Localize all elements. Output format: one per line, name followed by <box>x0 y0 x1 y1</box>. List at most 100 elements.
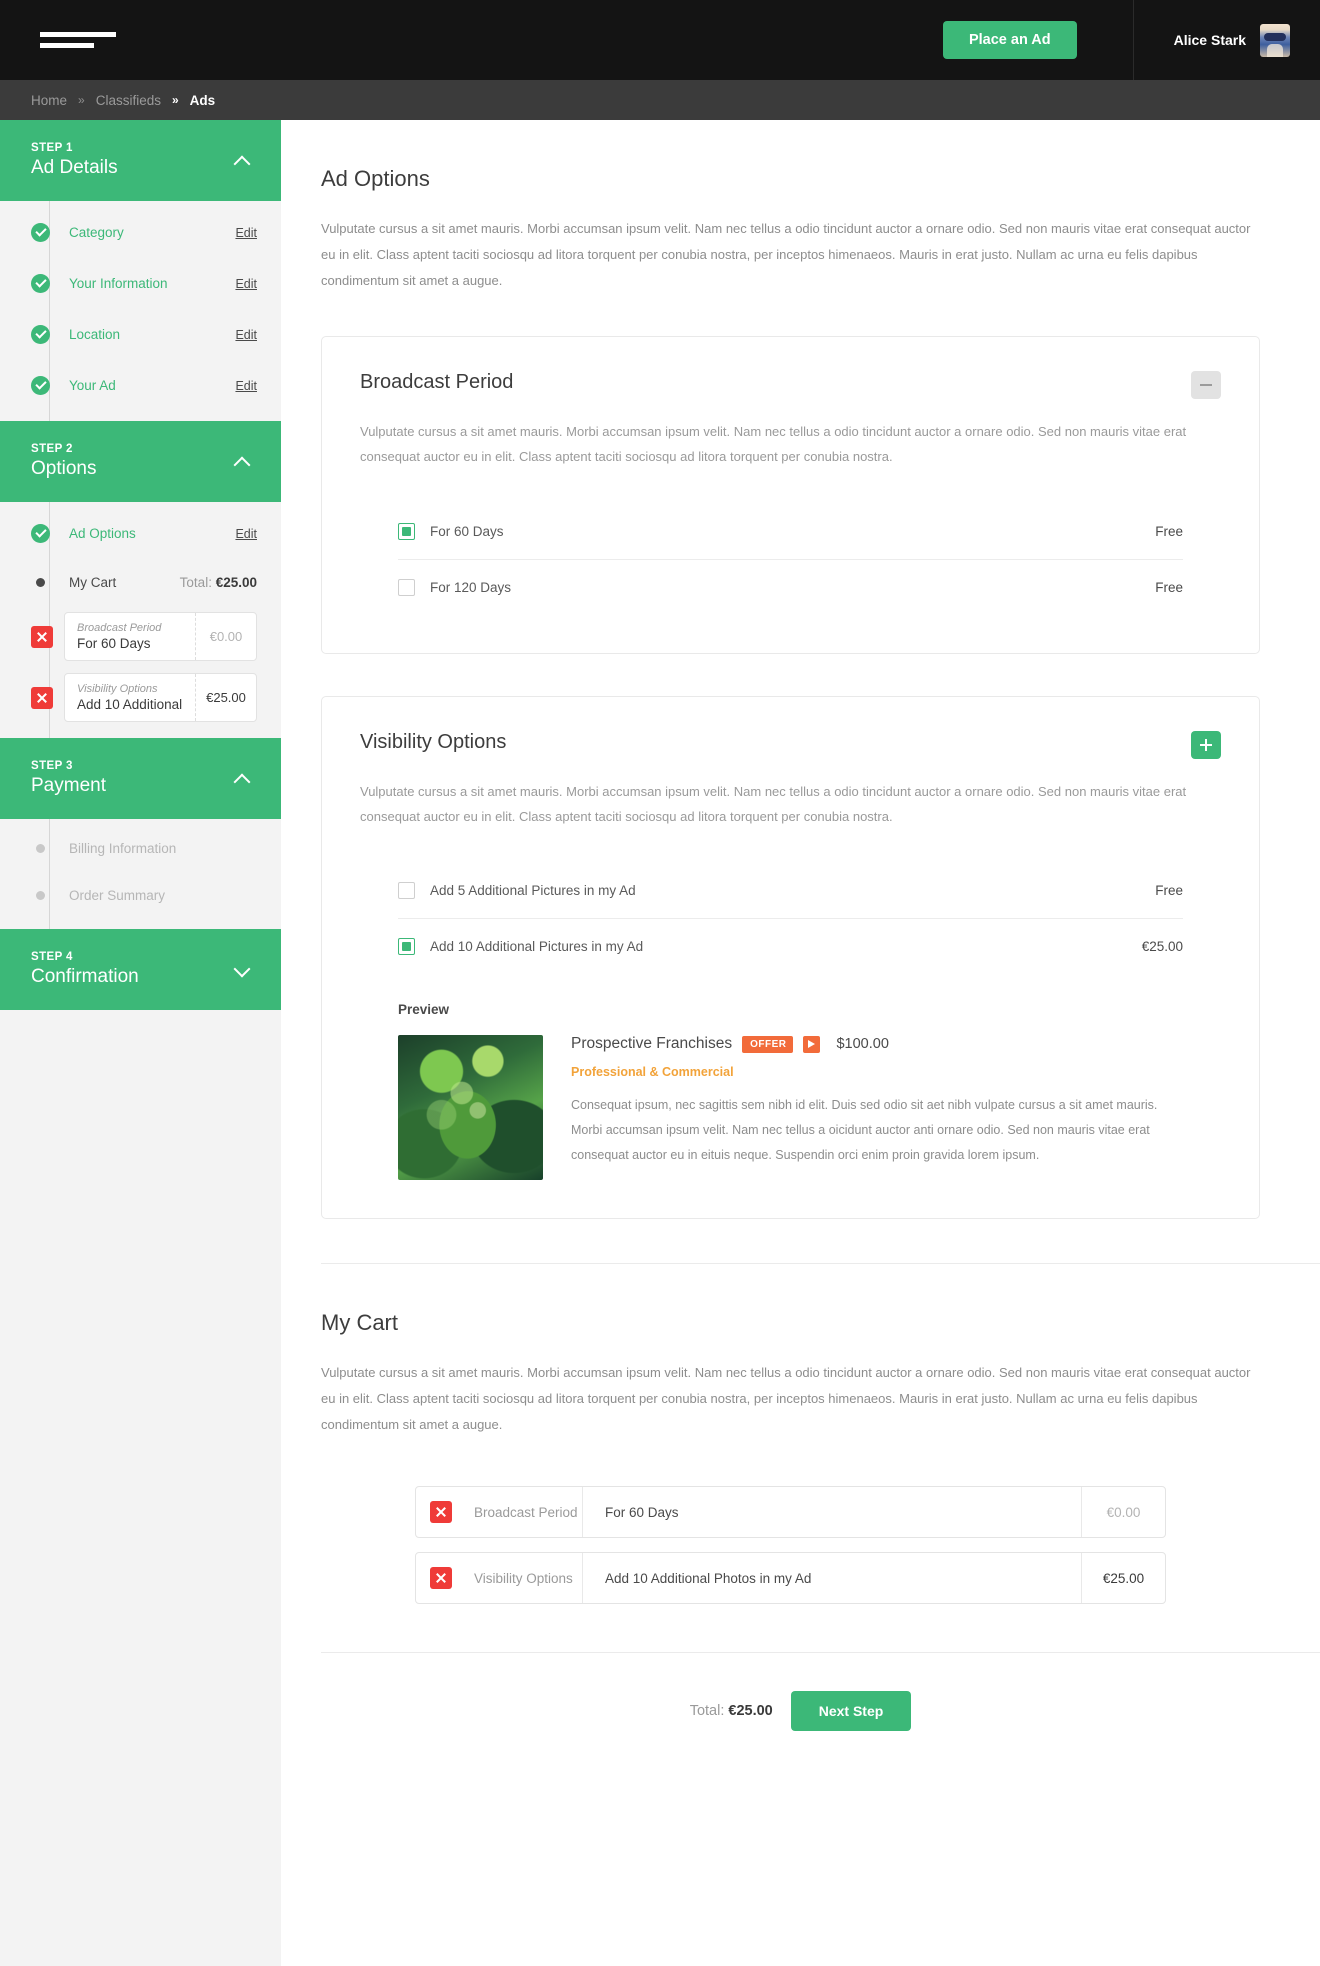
header-right-group: Place an Ad Alice Stark <box>942 0 1320 80</box>
sidebar-item-billing-information[interactable]: Billing Information <box>0 825 281 872</box>
preview-ad-description: Consequat ipsum, nec sagittis sem nibh i… <box>571 1098 1158 1163</box>
visibility-options-description: Vulputate cursus a sit amet mauris. Morb… <box>360 783 1187 825</box>
sidebar-cart-item-price: €0.00 <box>209 629 243 644</box>
breadcrumb-separator-icon: » <box>78 93 85 107</box>
sidebar-cart-total-value: €25.00 <box>215 575 257 590</box>
edit-link[interactable]: Edit <box>235 328 257 342</box>
remove-icon[interactable] <box>430 1501 452 1524</box>
sidebar-item-label: Billing Information <box>69 841 177 856</box>
user-name-label: Alice Stark <box>1173 32 1246 48</box>
sidebar-item-label: Your Information <box>69 276 168 291</box>
main-content: Ad Options Vulputate cursus a sit amet m… <box>281 120 1320 1966</box>
sidebar-step-4-header[interactable]: STEP 4 Confirmation <box>0 929 281 1010</box>
sidebar-item-location[interactable]: Location Edit <box>0 309 281 360</box>
edit-link[interactable]: Edit <box>235 226 257 240</box>
avatar[interactable] <box>1260 23 1290 57</box>
breadcrumb-home[interactable]: Home <box>31 93 67 108</box>
my-cart-section: My Cart Vulputate cursus a sit amet maur… <box>281 1264 1320 1605</box>
step-2-title: Options <box>31 458 97 479</box>
option-label: Add 5 Additional Pictures in my Ad <box>430 883 636 899</box>
option-row[interactable]: Add 5 Additional Pictures in my Ad Free <box>398 863 1183 918</box>
my-cart-title: My Cart <box>321 1310 398 1336</box>
cart-row-price: €0.00 <box>1081 1487 1165 1538</box>
sidebar-step-2-header[interactable]: STEP 2 Options <box>0 421 281 502</box>
sidebar-cart-item: Visibility Options Add 10 Additional P .… <box>0 667 281 728</box>
option-price: Free <box>1155 883 1183 899</box>
remove-icon[interactable] <box>31 625 53 648</box>
visibility-options-list: Add 5 Additional Pictures in my Ad Free … <box>360 863 1221 974</box>
step-1-title: Ad Details <box>31 157 118 178</box>
sidebar-cart-item-value: Add 10 Additional P .. <box>77 697 183 712</box>
cart-row-kind-cell: Broadcast Period <box>416 1487 583 1538</box>
edit-link[interactable]: Edit <box>235 527 257 541</box>
preview-label: Preview <box>398 1002 450 1018</box>
check-circle-icon <box>31 524 50 543</box>
place-an-ad-button[interactable]: Place an Ad <box>942 21 1077 59</box>
option-price: Free <box>1155 523 1183 539</box>
pending-step-dot-icon <box>36 891 45 900</box>
site-logo[interactable] <box>40 32 116 48</box>
check-circle-icon <box>31 223 50 242</box>
option-row[interactable]: Add 10 Additional Pictures in my Ad €25.… <box>398 918 1183 974</box>
visibility-options-header: Visibility Options <box>360 730 1221 759</box>
step-2-substeps: Ad Options Edit My Cart Total: €25.00 Br… <box>0 502 281 738</box>
check-circle-icon <box>31 376 50 395</box>
preview-thumbnail-image <box>398 1035 543 1181</box>
sidebar-item-your-information[interactable]: Your Information Edit <box>0 258 281 309</box>
step-3-title: Payment <box>31 775 106 796</box>
breadcrumb-classifieds[interactable]: Classifieds <box>96 93 161 108</box>
sidebar-item-your-ad[interactable]: Your Ad Edit <box>0 360 281 411</box>
sidebar-item-order-summary[interactable]: Order Summary <box>0 872 281 919</box>
checkbox-unchecked-icon[interactable] <box>398 882 415 900</box>
expand-plus-icon[interactable] <box>1191 730 1221 759</box>
checkbox-unchecked-icon[interactable] <box>398 578 415 596</box>
remove-icon[interactable] <box>430 1567 452 1590</box>
cart-row-price: €25.00 <box>1081 1553 1165 1604</box>
remove-icon[interactable] <box>31 686 53 709</box>
edit-link[interactable]: Edit <box>235 379 257 393</box>
next-step-button[interactable]: Next Step <box>790 1691 912 1732</box>
sidebar-cart-total-prefix: Total: <box>179 575 216 590</box>
checkbox-checked-icon[interactable] <box>398 938 415 956</box>
broadcast-period-description: Vulputate cursus a sit amet mauris. Morb… <box>360 424 1187 465</box>
sidebar-cart-item-kind: Broadcast Period <box>77 622 162 634</box>
sidebar-step-1-header[interactable]: STEP 1 Ad Details <box>0 120 281 201</box>
current-step-dot-icon <box>36 578 45 587</box>
sidebar-item-ad-options[interactable]: Ad Options Edit <box>0 508 281 559</box>
sidebar-item-label: Category <box>69 225 124 240</box>
sidebar-cart-item-price: €25.00 <box>206 690 246 705</box>
user-menu[interactable]: Alice Stark <box>1132 0 1320 80</box>
sidebar-cart-item-kind: Visibility Options <box>77 683 158 695</box>
cart-row-kind-cell: Visibility Options <box>416 1553 583 1604</box>
chevron-up-icon <box>235 154 249 168</box>
sidebar-step-3-header[interactable]: STEP 3 Payment <box>0 738 281 819</box>
cart-row-value: For 60 Days <box>605 1504 679 1520</box>
sidebar-cart-total: Total: €25.00 <box>180 575 257 590</box>
broadcast-period-card: Broadcast Period Vulputate cursus a sit … <box>321 336 1260 654</box>
pending-step-dot-icon <box>36 844 45 853</box>
edit-link[interactable]: Edit <box>235 277 257 291</box>
sidebar-cart-item: Broadcast Period For 60 Days €0.00 <box>0 606 281 667</box>
option-row[interactable]: For 120 Days Free <box>398 558 1183 615</box>
check-circle-icon <box>31 325 50 344</box>
step-3-number: STEP 3 <box>31 760 73 772</box>
page-title: Ad Options <box>321 166 430 191</box>
sidebar-item-category[interactable]: Category Edit <box>0 207 281 258</box>
sidebar-item-my-cart[interactable]: My Cart Total: €25.00 <box>0 559 281 606</box>
breadcrumb-ads: Ads <box>189 92 216 108</box>
page-layout: STEP 1 Ad Details Category Edit Your Inf… <box>0 120 1320 1966</box>
ad-options-section: Ad Options Vulputate cursus a sit amet m… <box>281 120 1320 1220</box>
checkbox-checked-icon[interactable] <box>398 522 415 540</box>
offer-badge: OFFER <box>742 1035 794 1053</box>
option-price: Free <box>1155 579 1183 595</box>
chevron-up-icon <box>235 772 249 786</box>
preview-ad-title: Prospective Franchises <box>571 1035 733 1053</box>
broadcast-period-header: Broadcast Period <box>360 371 1221 399</box>
collapse-minus-icon[interactable] <box>1191 371 1221 399</box>
step-2-number: STEP 2 <box>31 443 73 455</box>
footer-total-prefix: Total: <box>689 1703 729 1720</box>
preview-ad-price: $100.00 <box>836 1036 889 1053</box>
option-row[interactable]: For 60 Days Free <box>398 504 1183 559</box>
option-label: For 120 Days <box>430 579 512 595</box>
cart-row-value: Add 10 Additional Photos in my Ad <box>605 1570 812 1586</box>
